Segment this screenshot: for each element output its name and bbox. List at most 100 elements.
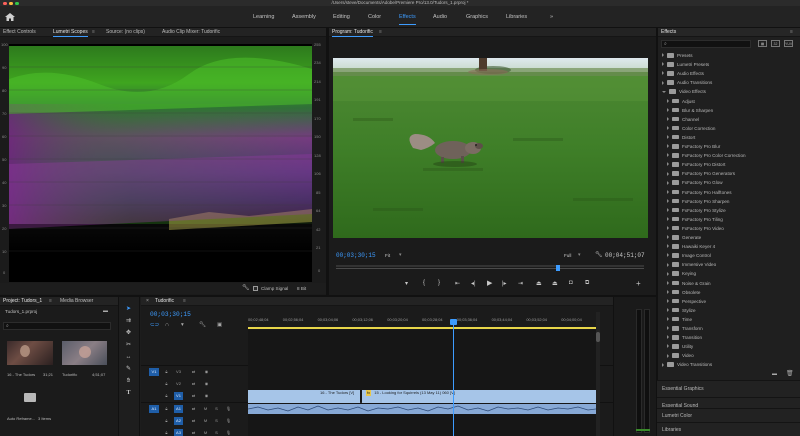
sync-lock-icon[interactable]: ⇄ [189, 417, 198, 425]
type-tool-icon[interactable]: T [124, 389, 133, 398]
lock-icon[interactable]: 🔒︎ [162, 417, 171, 425]
effects-tree-item[interactable]: Hawaiki Keyer 4 [658, 242, 796, 251]
effects-tree-item[interactable]: Noise & Grain [658, 279, 796, 288]
effects-tree-item[interactable]: Immersive Video [658, 260, 796, 269]
disclosure-open-icon[interactable] [662, 90, 666, 93]
panel-menu-icon[interactable]: ≡ [790, 28, 793, 37]
disclosure-closed-icon[interactable] [662, 71, 664, 76]
project-search-input[interactable]: ⌕ [3, 322, 111, 330]
sync-lock-icon[interactable]: ⇄ [189, 405, 198, 413]
lift-icon[interactable]: ⏏︎ [536, 280, 542, 287]
effects-tree-item[interactable]: Transition [658, 333, 796, 342]
step-forward-icon[interactable]: |▸ [502, 280, 507, 287]
button-editor-icon[interactable]: ⧉ [585, 280, 589, 287]
workspace-tab-assembly[interactable]: Assembly [292, 6, 316, 28]
solo-button[interactable]: S [212, 429, 221, 436]
sync-lock-icon[interactable]: ⇄ [189, 368, 198, 376]
timeline-vertical-scrollbar[interactable] [596, 312, 600, 436]
lock-icon[interactable]: 🔒︎ [162, 429, 171, 436]
essential-graphics-panel-tab[interactable]: Essential Graphics [657, 380, 800, 397]
disclosure-closed-icon[interactable] [667, 153, 669, 158]
disclosure-closed-icon[interactable] [667, 189, 669, 194]
panel-menu-icon[interactable]: ≡ [92, 28, 95, 37]
disclosure-closed-icon[interactable] [662, 62, 664, 67]
track-select-tool-icon[interactable]: ⇉ [124, 317, 133, 326]
disclosure-closed-icon[interactable] [667, 326, 669, 331]
effects-tree-item[interactable]: FxFactory Pro Tiling [658, 215, 796, 224]
workspace-tab-learning[interactable]: Learning [253, 6, 274, 28]
new-bin-icon[interactable]: ▬ [103, 308, 108, 314]
video-clip[interactable]: 16 - The Tudors [V] [248, 390, 360, 403]
workspace-tab-graphics[interactable]: Graphics [466, 6, 488, 28]
selection-tool-icon[interactable]: ➤ [124, 305, 133, 314]
effects-tree-item[interactable]: Distort [658, 133, 796, 142]
linked-selection-icon[interactable]: ∩ [165, 322, 169, 328]
tab-media-browser[interactable]: Media Browser [60, 297, 93, 306]
lock-icon[interactable]: 🔒︎ [162, 392, 171, 400]
effects-tree-item[interactable]: Generate [658, 233, 796, 242]
effects-tree-item[interactable]: Audio Transitions [658, 78, 796, 87]
disclosure-closed-icon[interactable] [667, 289, 669, 294]
timeline-timecode[interactable]: 00;03;30;15 [150, 311, 191, 318]
disclosure-closed-icon[interactable] [667, 126, 669, 131]
go-to-out-icon[interactable]: ⇥ [518, 280, 523, 287]
disclosure-closed-icon[interactable] [667, 244, 669, 249]
effects-tree-item[interactable]: Audio Effects [658, 69, 796, 78]
snap-icon[interactable]: ⊂⊃ [150, 322, 159, 328]
panel-menu-icon[interactable]: ≡ [379, 28, 382, 37]
zoom-window-button[interactable] [15, 1, 19, 5]
tab-effect-controls[interactable]: Effect Controls [3, 28, 36, 37]
sync-lock-icon[interactable]: ⇄ [189, 392, 198, 400]
mute-button[interactable]: M [201, 417, 210, 425]
workspace-tab-editing[interactable]: Editing [333, 6, 350, 28]
disclosure-closed-icon[interactable] [667, 317, 669, 322]
bit-depth-dropdown[interactable]: 8 Bit [297, 286, 306, 291]
libraries-panel-tab[interactable]: Libraries [657, 422, 800, 436]
mute-button[interactable]: M [201, 429, 210, 436]
effects-tree-item[interactable]: Video Transitions [658, 360, 796, 369]
tab-lumetri-scopes[interactable]: Lumetri Scopes [53, 28, 88, 37]
accelerated-effects-filter-icon[interactable]: ▦ [758, 40, 767, 47]
effects-tree-item[interactable]: FxFactory Pro Generators [658, 169, 796, 178]
disclosure-closed-icon[interactable] [667, 235, 669, 240]
disclosure-closed-icon[interactable] [667, 116, 669, 121]
lock-icon[interactable]: 🔒︎ [162, 368, 171, 376]
disclosure-closed-icon[interactable] [667, 198, 669, 203]
effects-tree-item[interactable]: FxFactory Pro Distort [658, 160, 796, 169]
ripple-edit-tool-icon[interactable]: ✥ [124, 329, 133, 338]
panel-menu-icon[interactable]: ≡ [49, 297, 52, 306]
effects-tree-item[interactable]: Lumetri Presets [658, 60, 796, 69]
tab-source[interactable]: Source: (no clips) [106, 28, 145, 37]
clamp-signal-checkbox[interactable] [253, 286, 258, 291]
effects-tree-item[interactable]: FxFactory Pro Sharpen [658, 197, 796, 206]
effects-tree-item[interactable]: Video Effects [658, 87, 796, 96]
disclosure-closed-icon[interactable] [667, 217, 669, 222]
disclosure-closed-icon[interactable] [667, 353, 669, 358]
effects-tree-item[interactable]: Channel [658, 115, 796, 124]
disclosure-closed-icon[interactable] [662, 362, 664, 367]
timeline-tracks-area[interactable] [248, 330, 596, 436]
go-to-in-icon[interactable]: ⇤ [455, 280, 460, 287]
delete-icon[interactable]: 🗑︎ [786, 370, 794, 377]
timeline-playhead-line[interactable] [453, 320, 454, 436]
disclosure-closed-icon[interactable] [667, 180, 669, 185]
effects-tree-item[interactable]: Time [658, 315, 796, 324]
effects-tree-item[interactable]: Color Correction [658, 124, 796, 133]
disclosure-closed-icon[interactable] [662, 53, 664, 58]
program-scrub-bar[interactable] [336, 265, 644, 272]
microphone-icon[interactable]: 🎙︎ [224, 405, 233, 413]
effects-tree-item[interactable]: FxFactory Pro Color Correction [658, 151, 796, 160]
eye-icon[interactable]: ◉ [202, 368, 211, 376]
new-bin-icon[interactable]: ▬ [772, 371, 777, 377]
extract-icon[interactable]: ⏏︎ [552, 280, 558, 287]
effects-tree-item[interactable]: Transform [658, 324, 796, 333]
workspace-tab-color[interactable]: Color [368, 6, 381, 28]
close-window-button[interactable] [3, 1, 7, 5]
video-clip[interactable]: fx 15 - Looking for Squirrels (13 May 11… [362, 390, 596, 403]
disclosure-closed-icon[interactable] [667, 207, 669, 212]
folder-icon[interactable] [24, 393, 36, 402]
disclosure-closed-icon[interactable] [667, 298, 669, 303]
add-marker-icon[interactable]: ▾ [405, 280, 408, 287]
program-timecode[interactable]: 00;03;30;15 [336, 252, 376, 259]
lock-icon[interactable]: 🔒︎ [162, 380, 171, 388]
